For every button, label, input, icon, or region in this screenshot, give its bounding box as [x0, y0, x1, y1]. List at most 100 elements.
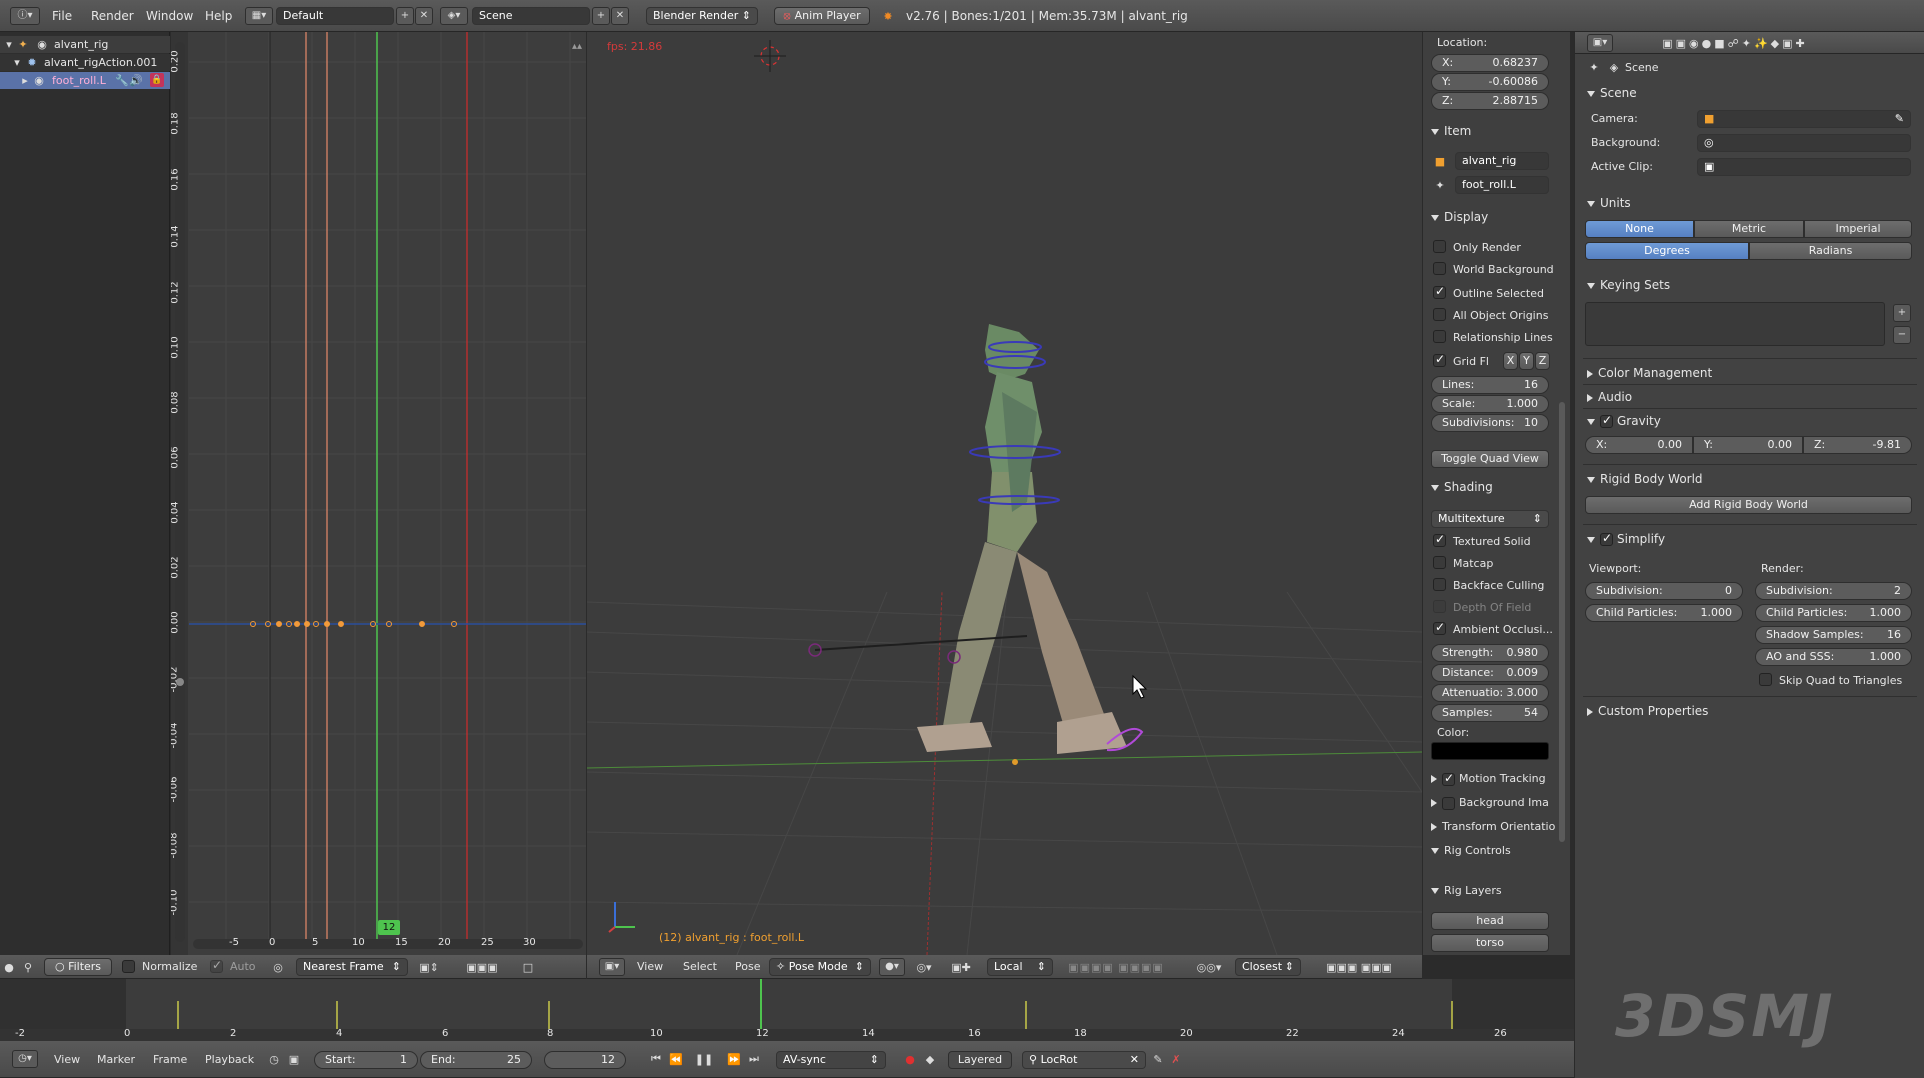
search-icon[interactable]: ⚲: [20, 959, 36, 975]
editor-type-icon[interactable]: ▣▾: [1587, 34, 1613, 52]
graph-x-ruler[interactable]: -5 0 5 10 15 20 25 30: [189, 936, 586, 952]
active-clip-field[interactable]: ▣: [1697, 158, 1911, 176]
outliner-row[interactable]: ▾ ✦ ◉ alvant_rig: [0, 36, 170, 53]
expand-arrow-icon[interactable]: ▾: [12, 55, 22, 69]
location-z-field[interactable]: Z: 2.88715: [1431, 92, 1549, 110]
menu-frame[interactable]: Frame: [153, 1053, 187, 1066]
shading-icon[interactable]: ●▾: [879, 958, 905, 976]
graph-editor-type-icon[interactable]: ●: [2, 959, 16, 975]
anim-player-button[interactable]: ⦻ Anim Player: [774, 7, 870, 25]
scene-close-icon[interactable]: ✕: [611, 7, 629, 25]
gravity-x-field[interactable]: X: 0.00: [1585, 436, 1693, 454]
rigid-body-world-header[interactable]: Rigid Body World: [1587, 472, 1703, 486]
pivot-icon[interactable]: ◎▾: [913, 959, 935, 975]
end-frame-field[interactable]: End: 25: [420, 1051, 532, 1069]
grid-floor-checkbox[interactable]: [1433, 352, 1446, 367]
depth-of-field-checkbox[interactable]: [1433, 600, 1446, 613]
ao-samples-field[interactable]: Samples: 54: [1431, 704, 1549, 722]
wrench-icon[interactable]: 🔧: [115, 73, 129, 87]
location-x-field[interactable]: X: 0.68237: [1431, 54, 1549, 72]
mode-select[interactable]: ✧ Pose Mode ⇕: [769, 958, 871, 976]
only-render-checkbox[interactable]: [1433, 240, 1446, 253]
color-management-header[interactable]: Color Management: [1587, 366, 1712, 380]
next-key-icon[interactable]: ⏩: [726, 1051, 742, 1067]
viewport-child-particles-field[interactable]: Child Particles: 1.000: [1585, 604, 1743, 622]
sync-select[interactable]: AV-sync ⇕: [776, 1051, 886, 1069]
clear-keying-icon[interactable]: ✕: [1130, 1052, 1139, 1068]
background-images-checkbox[interactable]: [1442, 796, 1455, 810]
grid-z-toggle[interactable]: Z: [1535, 352, 1550, 370]
units-panel-header[interactable]: Units: [1587, 196, 1631, 210]
graph-editor[interactable]: 0.20 0.18 0.16 0.14 0.12 0.10 0.08 0.06 …: [171, 32, 586, 962]
relationship-lines-checkbox[interactable]: [1433, 330, 1446, 343]
editor-type-icon[interactable]: ◷▾: [12, 1050, 38, 1068]
editor-type-icon[interactable]: ▣▾: [599, 958, 625, 976]
item-panel-header[interactable]: Item: [1431, 124, 1471, 138]
shading-panel-header[interactable]: Shading: [1431, 480, 1493, 494]
viewport-scene[interactable]: [587, 32, 1422, 955]
matcap-checkbox[interactable]: [1433, 556, 1446, 569]
normalize-checkbox[interactable]: [122, 960, 135, 973]
grid-scale-field[interactable]: Scale: 1.000: [1431, 395, 1549, 413]
ao-attenuation-field[interactable]: Attenuatio: 3.000: [1431, 684, 1549, 702]
ghost-curves-icon[interactable]: □: [520, 959, 536, 975]
rig-layers-header[interactable]: Rig Layers: [1431, 884, 1502, 897]
grid-subdivisions-field[interactable]: Subdivisions: 10: [1431, 414, 1549, 432]
grid-x-toggle[interactable]: X: [1503, 352, 1518, 370]
jump-start-icon[interactable]: ⏮: [648, 1051, 664, 1067]
ao-distance-field[interactable]: Distance: 0.009: [1431, 664, 1549, 682]
degrees-button[interactable]: Degrees: [1585, 242, 1749, 260]
toggle-quad-view-button[interactable]: Toggle Quad View: [1431, 450, 1549, 468]
orientation-select[interactable]: Local ⇕: [987, 958, 1053, 976]
layout-field[interactable]: Default: [276, 7, 394, 25]
collapse-arrow-icon[interactable]: ▸: [20, 73, 30, 87]
timeline[interactable]: -2 0 2 4 6 8 10 12 14 16 18 20 22 24 26: [0, 979, 1574, 1041]
menu-window[interactable]: Window: [146, 0, 193, 32]
render-child-particles-field[interactable]: Child Particles: 1.000: [1755, 604, 1912, 622]
background-images-header[interactable]: Background Ima: [1431, 796, 1549, 810]
viewport-subdivision-field[interactable]: Subdivision: 0: [1585, 582, 1743, 600]
units-none-button[interactable]: None: [1585, 220, 1694, 238]
context-tabs-icon[interactable]: ▣▣◉●■☍✦✨◆▣✚: [1625, 35, 1845, 51]
shadow-samples-field[interactable]: Shadow Samples: 16: [1755, 626, 1912, 644]
ao-sss-field[interactable]: AO and SSS: 1.000: [1755, 648, 1912, 666]
bone-name-field[interactable]: foot_roll.L: [1455, 176, 1549, 194]
keying-sets-header[interactable]: Keying Sets: [1587, 278, 1670, 292]
snap-select[interactable]: Nearest Frame ⇕: [296, 958, 408, 976]
menu-render[interactable]: Render: [91, 0, 134, 32]
remove-keying-set-icon[interactable]: −: [1893, 326, 1911, 344]
menu-pose[interactable]: Pose: [735, 960, 760, 973]
motion-tracking-header[interactable]: Motion Tracking: [1431, 771, 1546, 786]
render-subdivision-field[interactable]: Subdivision: 2: [1755, 582, 1912, 600]
units-metric-button[interactable]: Metric: [1694, 220, 1804, 238]
filters-button[interactable]: ○ Filters: [44, 958, 112, 976]
menu-help[interactable]: Help: [205, 0, 232, 32]
prev-key-icon[interactable]: ⏪: [668, 1051, 684, 1067]
layout-icon[interactable]: ▦▾: [245, 7, 273, 25]
keying-sets-list[interactable]: [1585, 302, 1885, 346]
start-frame-field[interactable]: Start: 1: [314, 1051, 418, 1069]
background-field[interactable]: ◎: [1697, 134, 1911, 152]
insert-key-icon[interactable]: ✎: [1150, 1051, 1166, 1067]
custom-properties-header[interactable]: Custom Properties: [1587, 704, 1708, 718]
lock-icon[interactable]: 🔒: [150, 73, 164, 87]
clock-icon[interactable]: ◷: [266, 1051, 282, 1067]
ao-strength-field[interactable]: Strength: 0.980: [1431, 644, 1549, 662]
outline-selected-checkbox[interactable]: [1433, 284, 1446, 299]
pivot-icon[interactable]: ◎: [270, 959, 286, 975]
expand-arrow-icon[interactable]: ▾: [4, 37, 14, 51]
gravity-z-field[interactable]: Z: -9.81: [1803, 436, 1912, 454]
radians-button[interactable]: Radians: [1749, 242, 1912, 260]
display-panel-header[interactable]: Display: [1431, 210, 1488, 224]
info-editor-icon[interactable]: ⓘ▾: [10, 7, 40, 25]
layer-buttons-icon[interactable]: ▣▣▣▣ ▣▣▣▣: [1061, 959, 1171, 975]
backface-culling-checkbox[interactable]: [1433, 578, 1446, 591]
scene-field[interactable]: Scene: [472, 7, 590, 25]
keying-set-field[interactable]: ⚲ LocRot ✕: [1022, 1051, 1146, 1069]
layout-close-icon[interactable]: ✕: [415, 7, 433, 25]
menu-select[interactable]: Select: [683, 960, 717, 973]
auto-checkbox[interactable]: [210, 958, 223, 973]
mute-icon[interactable]: 🔊: [129, 73, 143, 87]
menu-view[interactable]: View: [637, 960, 663, 973]
scene-panel-header[interactable]: Scene: [1587, 86, 1637, 100]
